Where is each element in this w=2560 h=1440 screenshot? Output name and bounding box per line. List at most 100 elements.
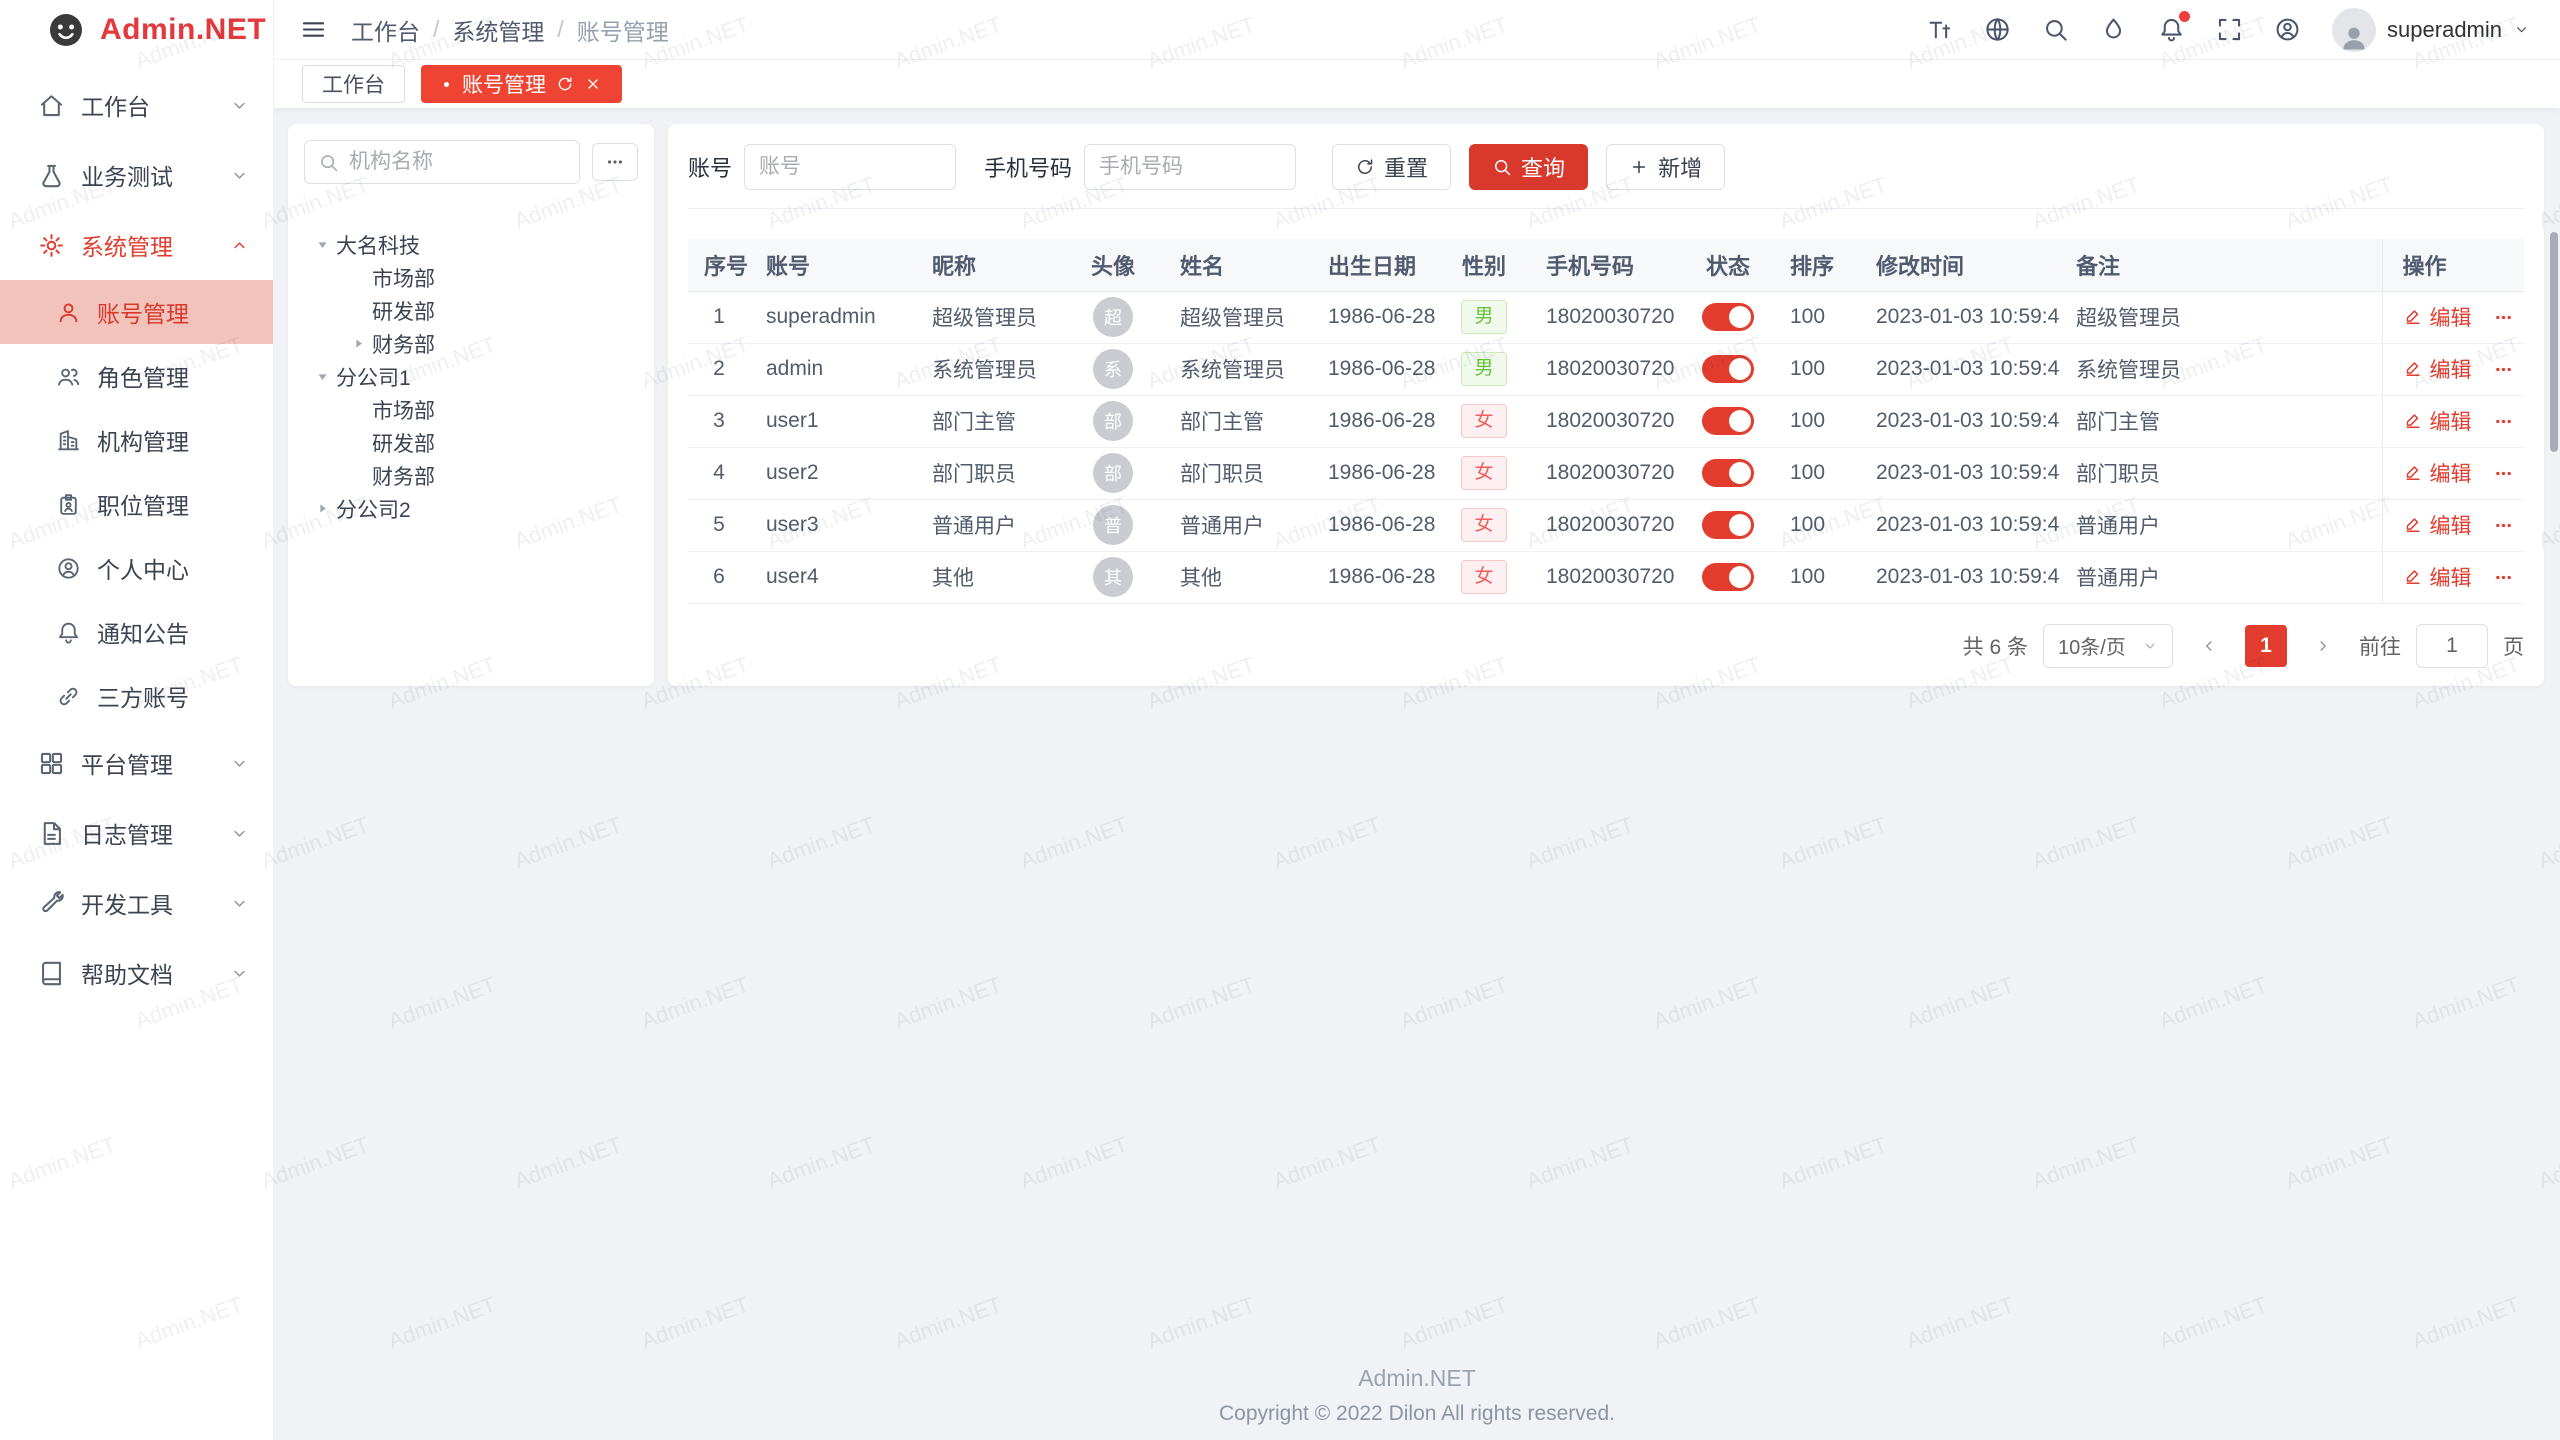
cell-birthday: 1986-06-28: [1312, 343, 1438, 395]
query-bar: 账号 手机号码 重置 查询 新增: [688, 144, 2524, 209]
edit-button[interactable]: 编辑: [2403, 510, 2472, 540]
caret-down-icon[interactable]: [308, 237, 336, 252]
tree-node[interactable]: 财务部: [304, 459, 638, 492]
sidebar-item-label: 开发工具: [81, 886, 173, 920]
sidebar-item-workbench[interactable]: 工作台: [0, 70, 273, 140]
tree-node[interactable]: 大名科技: [304, 228, 638, 261]
sidebar-item-dev-tools[interactable]: 开发工具: [0, 868, 273, 938]
sidebar: Admin.NET 工作台 业务测试 系统管理 账号管理 角色管理: [0, 0, 274, 1440]
cell-nickname: 系统管理员: [916, 343, 1062, 395]
edit-button[interactable]: 编辑: [2403, 406, 2472, 436]
scrollbar[interactable]: [2550, 232, 2558, 452]
caret-down-icon[interactable]: [308, 369, 336, 384]
close-tab-icon[interactable]: [584, 75, 602, 93]
more-actions-icon[interactable]: [2493, 463, 2514, 484]
tree-node[interactable]: 研发部: [304, 426, 638, 459]
gender-tag: 女: [1461, 456, 1507, 490]
page-button-1[interactable]: 1: [2245, 625, 2287, 667]
sidebar-item-label: 通知公告: [97, 615, 189, 649]
tree-node[interactable]: 市场部: [304, 393, 638, 426]
sidebar-item-log-management[interactable]: 日志管理: [0, 798, 273, 868]
account-input[interactable]: [744, 144, 956, 190]
caret-right-icon[interactable]: [308, 501, 336, 516]
more-actions-icon[interactable]: [2493, 411, 2514, 432]
status-toggle[interactable]: [1702, 459, 1754, 487]
search-button[interactable]: 查询: [1469, 144, 1588, 190]
page-size-select[interactable]: 10条/页: [2043, 624, 2173, 668]
username: superadmin: [2387, 17, 2502, 43]
org-more-button[interactable]: [592, 143, 638, 181]
sidebar-item-role-management[interactable]: 角色管理: [0, 344, 273, 408]
edit-button[interactable]: 编辑: [2403, 458, 2472, 488]
edit-icon: [2403, 515, 2423, 535]
sidebar-item-personal-center[interactable]: 个人中心: [0, 536, 273, 600]
phone-input[interactable]: [1084, 144, 1296, 190]
more-actions-icon[interactable]: [2493, 515, 2514, 536]
tree-node[interactable]: 分公司2: [304, 492, 638, 525]
refresh-tab-icon[interactable]: [556, 75, 574, 93]
sidebar-item-notice[interactable]: 通知公告: [0, 600, 273, 664]
theme-icon[interactable]: [2100, 16, 2127, 43]
more-actions-icon[interactable]: [2493, 567, 2514, 588]
org-search-input[interactable]: [349, 150, 566, 174]
tree-node[interactable]: 分公司1: [304, 360, 638, 393]
status-toggle[interactable]: [1702, 563, 1754, 591]
notification-icon[interactable]: [2158, 16, 2185, 43]
status-toggle[interactable]: [1702, 511, 1754, 539]
sidebar-item-third-party-account[interactable]: 三方账号: [0, 664, 273, 728]
account-label: 账号: [688, 151, 732, 183]
cell-remark: 普通用户: [2060, 499, 2382, 551]
status-toggle[interactable]: [1702, 407, 1754, 435]
search-icon[interactable]: [2042, 16, 2069, 43]
chevron-down-icon: [230, 964, 249, 983]
edit-button[interactable]: 编辑: [2403, 354, 2472, 384]
sidebar-item-label: 账号管理: [97, 295, 189, 329]
language-icon[interactable]: [1984, 16, 2011, 43]
user-menu[interactable]: superadmin: [2332, 8, 2530, 52]
add-button[interactable]: 新增: [1606, 144, 1725, 190]
sidebar-item-system-management[interactable]: 系统管理: [0, 210, 273, 280]
fullscreen-icon[interactable]: [2216, 16, 2243, 43]
more-actions-icon[interactable]: [2493, 359, 2514, 380]
goto-page-input[interactable]: [2416, 624, 2488, 668]
breadcrumb-separator: /: [557, 16, 563, 43]
tree-node[interactable]: 财务部: [304, 327, 638, 360]
menu-toggle-icon[interactable]: [300, 16, 327, 43]
breadcrumb-item-workbench[interactable]: 工作台: [351, 13, 420, 47]
tab-workbench[interactable]: 工作台: [302, 65, 405, 103]
toggle-knob: [1729, 358, 1751, 380]
sidebar-item-org-management[interactable]: 机构管理: [0, 408, 273, 472]
font-size-icon[interactable]: [1926, 16, 1953, 43]
logo[interactable]: Admin.NET: [0, 0, 273, 60]
profile-icon[interactable]: [2274, 16, 2301, 43]
row-avatar: 普: [1093, 505, 1133, 545]
prev-page-button[interactable]: [2188, 625, 2230, 667]
cell-birthday: 1986-06-28: [1312, 447, 1438, 499]
cell-nickname: 其他: [916, 551, 1062, 603]
table-header-row: 序号 账号 昵称 头像 姓名 出生日期 性别 手机号码 状态 排序 修改时间 备…: [688, 239, 2524, 291]
next-page-button[interactable]: [2302, 625, 2344, 667]
caret-right-icon[interactable]: [344, 336, 372, 351]
tab-label: 账号管理: [462, 69, 546, 99]
edit-button[interactable]: 编辑: [2403, 562, 2472, 592]
edit-icon: [2403, 567, 2423, 587]
tree-node[interactable]: 市场部: [304, 261, 638, 294]
reset-button[interactable]: 重置: [1332, 144, 1451, 190]
sidebar-item-business-test[interactable]: 业务测试: [0, 140, 273, 210]
sidebar-item-platform-management[interactable]: 平台管理: [0, 728, 273, 798]
sidebar-item-account-management[interactable]: 账号管理: [0, 280, 273, 344]
tree-node[interactable]: 研发部: [304, 294, 638, 327]
edit-button[interactable]: 编辑: [2403, 302, 2472, 332]
sidebar-item-help-docs[interactable]: 帮助文档: [0, 938, 273, 1008]
tab-account-management[interactable]: 账号管理: [421, 65, 622, 103]
more-actions-icon[interactable]: [2493, 307, 2514, 328]
status-toggle[interactable]: [1702, 355, 1754, 383]
footer-title: Admin.NET: [274, 1365, 2560, 1392]
cell-modified: 2023-01-03 10:59:44: [1860, 551, 2060, 603]
cell-nickname: 超级管理员: [916, 291, 1062, 343]
sidebar-item-position-management[interactable]: 职位管理: [0, 472, 273, 536]
cell-account: admin: [750, 343, 916, 395]
status-toggle[interactable]: [1702, 303, 1754, 331]
chevron-down-icon: [2142, 638, 2158, 654]
breadcrumb-item-system[interactable]: 系统管理: [452, 13, 544, 47]
